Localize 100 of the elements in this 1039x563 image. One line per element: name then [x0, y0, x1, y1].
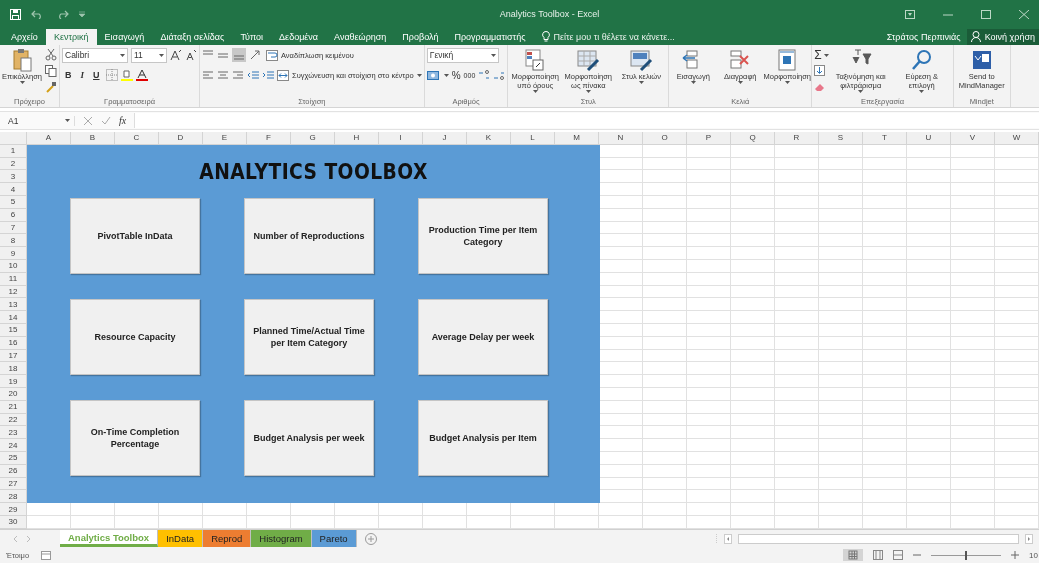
align-center-icon[interactable]: [217, 69, 229, 81]
decrease-decimal-icon[interactable]: [493, 69, 506, 81]
ribbon-tab[interactable]: Προβολή: [394, 29, 447, 45]
decrease-indent-icon[interactable]: [247, 69, 259, 81]
caret-icon[interactable]: [638, 81, 644, 84]
page-break-icon[interactable]: [893, 550, 903, 560]
caret-icon[interactable]: [858, 90, 864, 93]
ribbon-tab[interactable]: Εισαγωγή: [96, 29, 153, 45]
grow-font-icon[interactable]: [170, 49, 182, 61]
caret-icon[interactable]: [737, 81, 743, 84]
column-header[interactable]: A: [27, 132, 71, 145]
caret-icon[interactable]: [690, 81, 696, 84]
caret-icon[interactable]: [65, 119, 70, 122]
column-header[interactable]: N: [599, 132, 643, 145]
column-header[interactable]: T: [863, 132, 907, 145]
customize-icon[interactable]: [79, 11, 85, 17]
number-format-field[interactable]: Γενική: [426, 47, 499, 63]
column-header[interactable]: U: [907, 132, 951, 145]
currency-icon[interactable]: [426, 69, 441, 81]
dashboard-button[interactable]: Budget Analysis per week: [244, 399, 374, 476]
column-header[interactable]: R: [775, 132, 819, 145]
dashboard-button[interactable]: Production Time per Item Category: [418, 197, 548, 274]
column-header[interactable]: D: [159, 132, 203, 145]
row-header[interactable]: 3: [0, 170, 27, 184]
save-icon[interactable]: [10, 8, 21, 20]
column-header[interactable]: M: [555, 132, 599, 145]
row-header[interactable]: 19: [0, 375, 27, 388]
increase-indent-icon[interactable]: [262, 69, 274, 81]
sheet-tab[interactable]: Reprod: [203, 530, 252, 547]
format-painter-icon[interactable]: [45, 81, 57, 93]
ribbon-tab[interactable]: Προγραμματιστής: [446, 29, 534, 45]
caret-icon[interactable]: [19, 81, 25, 84]
font-field[interactable]: Calibri: [62, 47, 128, 63]
dashboard-button[interactable]: Average Delay per week: [418, 298, 548, 375]
dashboard-button[interactable]: Number of Reproductions: [244, 197, 374, 274]
column-header[interactable]: V: [951, 132, 995, 145]
ribbon-tab[interactable]: Κεντρική: [45, 29, 97, 45]
zoom-in-icon[interactable]: [1011, 551, 1019, 559]
name-box[interactable]: A1: [8, 115, 75, 126]
column-header[interactable]: W: [995, 132, 1039, 145]
orientation-icon[interactable]: [249, 49, 263, 61]
column-header[interactable]: Q: [731, 132, 775, 145]
tell-me-field[interactable]: Πείτε μου τι θέλετε να κάνετε...: [533, 31, 683, 45]
column-header[interactable]: H: [335, 132, 379, 145]
ribbon-tab[interactable]: Διάταξη σελίδας: [152, 29, 233, 45]
font-color-icon[interactable]: [135, 69, 148, 81]
shrink-font-icon[interactable]: [185, 49, 197, 61]
column-header[interactable]: B: [71, 132, 115, 145]
align-left-icon[interactable]: [202, 69, 214, 81]
sheet-tab[interactable]: Histogram: [251, 530, 312, 547]
restore-icon[interactable]: [981, 9, 991, 19]
caret-icon[interactable]: [919, 90, 925, 93]
close-icon[interactable]: [1019, 9, 1029, 19]
caret-icon[interactable]: [443, 73, 449, 77]
borders-icon[interactable]: [105, 69, 118, 81]
column-header[interactable]: K: [467, 132, 511, 145]
autosum-button[interactable]: Σ: [814, 49, 829, 61]
user-name[interactable]: Στράτος Περπινιάς: [880, 32, 967, 45]
row-header[interactable]: 28: [0, 490, 27, 504]
row-header[interactable]: 4: [0, 183, 27, 196]
row-header[interactable]: 23: [0, 426, 27, 440]
row-header[interactable]: 8: [0, 234, 27, 248]
caret-icon[interactable]: [490, 53, 496, 57]
column-header[interactable]: I: [379, 132, 423, 145]
zoom-out-icon[interactable]: [913, 551, 921, 559]
caret-icon[interactable]: [784, 81, 790, 84]
column-header[interactable]: F: [247, 132, 291, 145]
caret-icon[interactable]: [120, 53, 125, 57]
font-size-field[interactable]: 11: [131, 47, 167, 63]
column-header[interactable]: C: [115, 132, 159, 145]
share-button[interactable]: Κοινή χρήση: [966, 29, 1039, 45]
column-header[interactable]: O: [643, 132, 687, 145]
caret-icon[interactable]: [416, 73, 422, 77]
column-header[interactable]: L: [511, 132, 555, 145]
macro-record-icon[interactable]: [41, 550, 52, 560]
formula-input[interactable]: [134, 113, 1039, 128]
font-style-button[interactable]: I: [77, 70, 87, 80]
dashboard-button[interactable]: Planned Time/Actual Time per Item Category: [244, 298, 374, 375]
caret-icon[interactable]: [823, 53, 829, 57]
column-header[interactable]: J: [423, 132, 467, 145]
column-header[interactable]: E: [203, 132, 247, 145]
copy-icon[interactable]: [45, 65, 57, 77]
scissors-icon[interactable]: [45, 49, 57, 61]
row-header[interactable]: 29: [0, 503, 27, 516]
fill-color-icon[interactable]: [120, 69, 133, 81]
caret-icon[interactable]: [532, 90, 538, 93]
scroll-right-icon[interactable]: [1025, 533, 1033, 544]
ribbon-tab[interactable]: Δεδομένα: [271, 29, 327, 45]
percent-button[interactable]: %: [451, 69, 461, 81]
dashboard-button[interactable]: Budget Analysis per Item: [418, 399, 548, 476]
sheet-tab[interactable]: Pareto: [311, 530, 357, 547]
column-header[interactable]: G: [291, 132, 335, 145]
dashboard-button[interactable]: On-Time Completion Percentage: [70, 399, 200, 476]
dashboard-button[interactable]: PivotTable InData: [70, 197, 200, 274]
increase-decimal-icon[interactable]: [478, 69, 491, 81]
font-style-button[interactable]: B: [62, 70, 75, 80]
sheet-tab[interactable]: InData: [158, 530, 204, 547]
page-layout-icon[interactable]: [873, 550, 883, 560]
normal-view-icon[interactable]: [843, 549, 863, 561]
row-header[interactable]: 9: [0, 247, 27, 260]
